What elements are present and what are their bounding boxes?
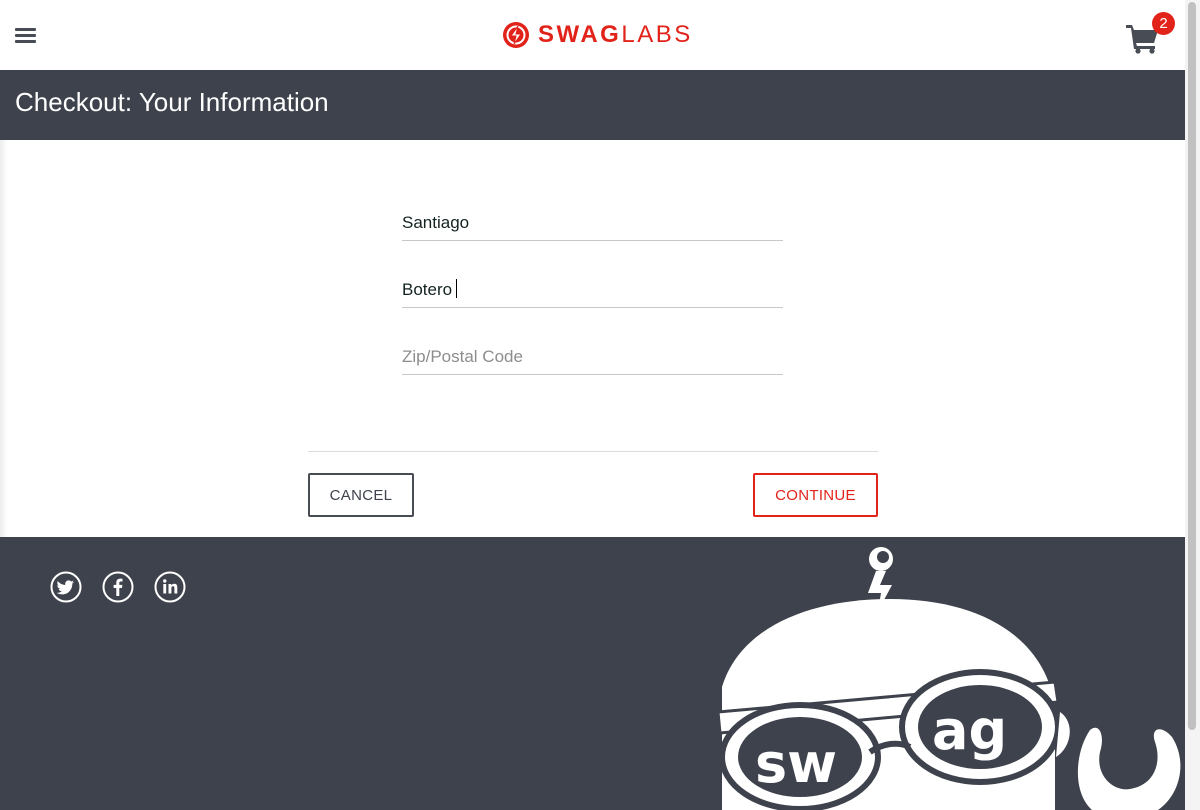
menu-icon[interactable]	[15, 28, 36, 46]
form-divider	[308, 451, 878, 452]
scrollbar-thumb[interactable]	[1188, 2, 1196, 730]
svg-text:sw: sw	[755, 732, 837, 795]
swag-bot-mascot-icon: sw ag	[716, 547, 1181, 810]
page-title: Checkout: Your Information	[15, 87, 329, 117]
cart-badge: 2	[1152, 12, 1175, 35]
content-shadow	[0, 140, 8, 537]
facebook-icon[interactable]	[102, 571, 134, 603]
postal-code-field	[402, 340, 783, 375]
logo-text-bold: SWAG	[538, 21, 622, 48]
app-logo: SWAGLABS	[502, 20, 693, 50]
first-name-field	[402, 206, 783, 241]
text-caret	[456, 279, 457, 298]
footer: sw ag	[0, 537, 1185, 810]
logo-text-light: LABS	[621, 21, 693, 48]
postal-code-input[interactable]	[402, 340, 783, 373]
cancel-button[interactable]: CANCEL	[308, 473, 414, 517]
last-name-input[interactable]	[402, 273, 783, 306]
last-name-field	[402, 273, 783, 308]
secondary-header: Checkout: Your Information	[0, 70, 1185, 140]
swag-labs-logo-icon	[503, 22, 529, 48]
svg-text:ag: ag	[932, 699, 1007, 762]
logo-text: SWAGLABS	[538, 21, 693, 49]
first-name-input[interactable]	[402, 206, 783, 239]
continue-button[interactable]: CONTINUE	[753, 473, 878, 517]
primary-header: SWAGLABS 2	[0, 0, 1185, 70]
twitter-icon[interactable]	[50, 571, 82, 603]
linkedin-icon[interactable]	[154, 571, 186, 603]
